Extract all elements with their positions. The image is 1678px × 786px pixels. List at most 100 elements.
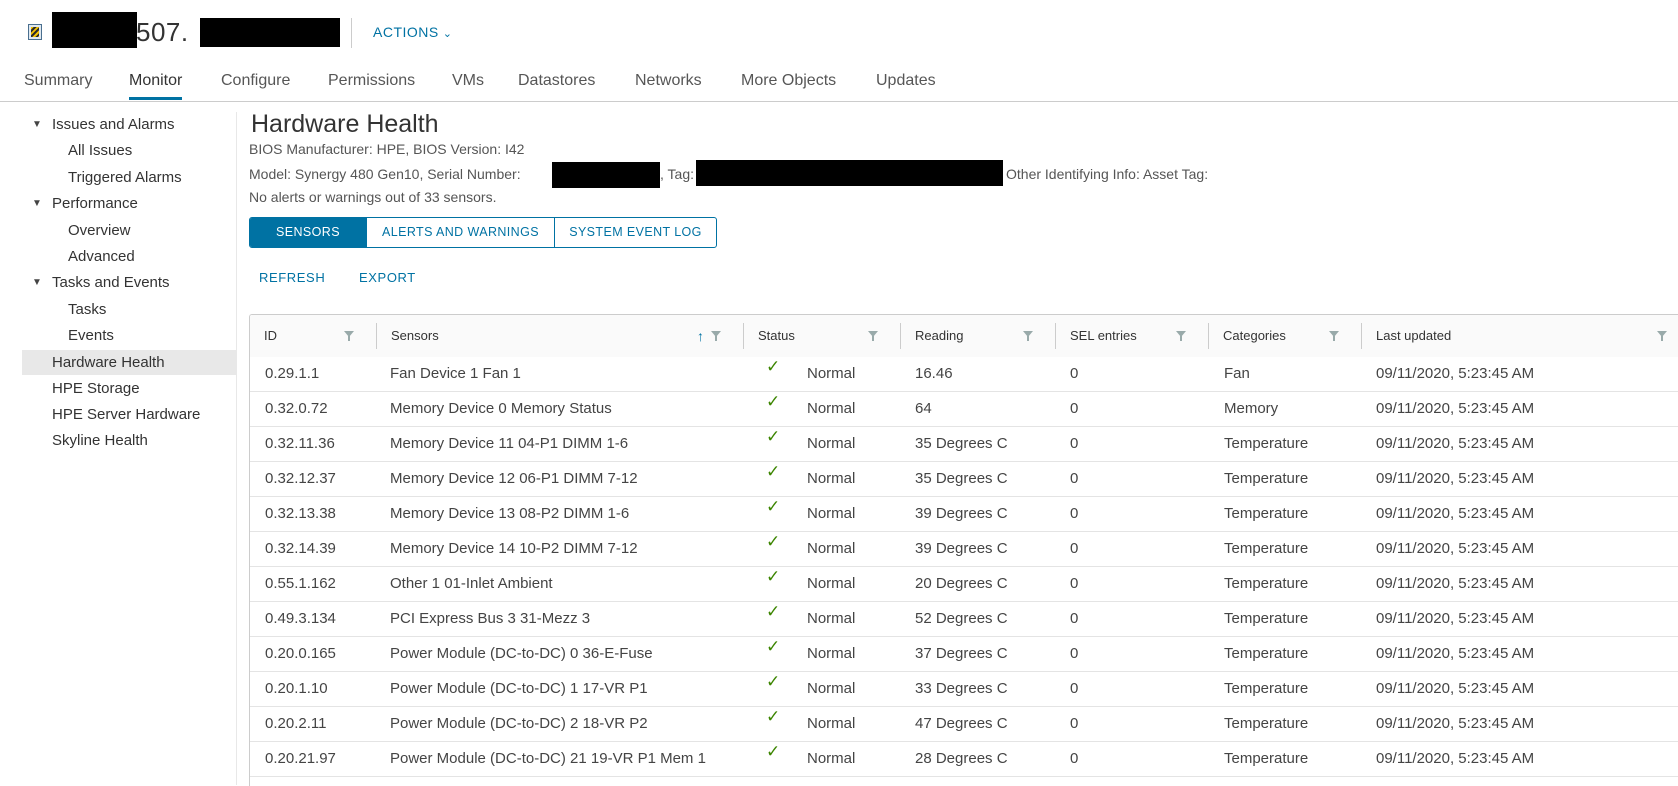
tab-vms[interactable]: VMs bbox=[452, 70, 484, 100]
cell-last-updated: 09/11/2020, 5:23:45 AM bbox=[1376, 610, 1535, 627]
cell-last-updated: 09/11/2020, 5:23:45 AM bbox=[1376, 575, 1535, 592]
table-row[interactable]: 0.32.12.37 Memory Device 12 06-P1 DIMM 7-… bbox=[250, 462, 1678, 497]
tab-more-objects[interactable]: More Objects bbox=[741, 70, 836, 100]
cell-last-updated: 09/11/2020, 5:23:45 AM bbox=[1376, 645, 1535, 662]
cell-categories: Memory bbox=[1224, 400, 1279, 417]
table-row[interactable]: 0.20.1.10 Power Module (DC-to-DC) 1 17-VR… bbox=[250, 672, 1678, 707]
tab-permissions[interactable]: Permissions bbox=[328, 70, 415, 100]
status-ok-icon: ✓ bbox=[766, 742, 781, 761]
sidebar-item-tasks[interactable]: Tasks bbox=[22, 297, 236, 322]
cell-categories: Fan bbox=[1224, 365, 1250, 382]
export-button[interactable]: EXPORT bbox=[359, 270, 416, 285]
tag-label: , Tag: bbox=[660, 166, 694, 182]
cell-last-updated: 09/11/2020, 5:23:45 AM bbox=[1376, 715, 1535, 732]
table-row[interactable]: 0.32.13.38 Memory Device 13 08-P2 DIMM 1-… bbox=[250, 497, 1678, 532]
system-event-log-tab-button[interactable]: SYSTEM EVENT LOG bbox=[555, 218, 716, 247]
sidebar-item-events[interactable]: Events bbox=[22, 323, 236, 348]
table-row[interactable]: 0.32.14.39 Memory Device 14 10-P2 DIMM 7-… bbox=[250, 532, 1678, 567]
alerts-warnings-tab-button[interactable]: ALERTS AND WARNINGS bbox=[367, 218, 555, 247]
cell-id: 0.20.21.97 bbox=[265, 750, 336, 767]
sidebar-item-hardware-health[interactable]: Hardware Health bbox=[22, 350, 236, 375]
sidebar-item-all-issues[interactable]: All Issues bbox=[22, 138, 236, 163]
sidebar-item-advanced[interactable]: Advanced bbox=[22, 244, 236, 269]
caret-down-icon: ▼ bbox=[32, 119, 42, 130]
redacted-tag bbox=[696, 160, 1003, 186]
tab-monitor[interactable]: Monitor bbox=[129, 70, 183, 100]
sidebar-group-performance[interactable]: ▼ Performance bbox=[22, 191, 236, 216]
column-header-sensors[interactable]: Sensors ↑ bbox=[377, 315, 744, 357]
object-header: 507. ACTIONS ⌄ bbox=[0, 0, 1678, 66]
cell-last-updated: 09/11/2020, 5:23:45 AM bbox=[1376, 505, 1535, 522]
sidebar-item-overview[interactable]: Overview bbox=[22, 218, 236, 243]
cell-status: Normal bbox=[807, 365, 856, 382]
sensors-tab-button[interactable]: SENSORS bbox=[250, 218, 367, 247]
model-serial-label: Model: Synergy 480 Gen10, Serial Number: bbox=[249, 166, 521, 182]
cell-id: 0.32.13.38 bbox=[265, 505, 336, 522]
sidebar-group-issues-alarms[interactable]: ▼ Issues and Alarms bbox=[22, 112, 236, 137]
chevron-down-icon: ⌄ bbox=[442, 28, 453, 40]
cell-sel-entries: 0 bbox=[1070, 540, 1079, 557]
cell-sel-entries: 0 bbox=[1070, 750, 1079, 767]
cell-categories: Temperature bbox=[1224, 435, 1309, 452]
filter-icon[interactable] bbox=[711, 331, 721, 341]
filter-icon[interactable] bbox=[868, 331, 878, 341]
table-row[interactable]: 0.20.0.165 Power Module (DC-to-DC) 0 36-E… bbox=[250, 637, 1678, 672]
filter-icon[interactable] bbox=[1329, 331, 1339, 341]
cell-sensors: Memory Device 14 10-P2 DIMM 7-12 bbox=[390, 540, 638, 557]
table-row[interactable]: 0.49.3.134 PCI Express Bus 3 31-Mezz 3 ✓ No… bbox=[250, 602, 1678, 637]
tab-summary[interactable]: Summary bbox=[24, 70, 92, 100]
tab-networks[interactable]: Networks bbox=[635, 70, 702, 100]
sidebar-item-skyline-health[interactable]: Skyline Health bbox=[22, 428, 236, 453]
sidebar-group-label: Tasks and Events bbox=[52, 274, 170, 291]
actions-label: ACTIONS bbox=[373, 24, 439, 40]
filter-icon[interactable] bbox=[1023, 331, 1033, 341]
column-header-sel-entries[interactable]: SEL entries bbox=[1056, 315, 1209, 357]
cell-reading: 28 Degrees C bbox=[915, 750, 1008, 767]
actions-button[interactable]: ACTIONS ⌄ bbox=[373, 24, 452, 40]
tab-configure[interactable]: Configure bbox=[221, 70, 290, 100]
table-row[interactable]: 0.20.2.11 Power Module (DC-to-DC) 2 18-VR… bbox=[250, 707, 1678, 742]
table-row[interactable]: 0.29.1.1 Fan Device 1 Fan 1 ✓ Normal 16.46 0 F… bbox=[250, 357, 1678, 392]
tab-updates[interactable]: Updates bbox=[876, 70, 936, 100]
column-header-id[interactable]: ID bbox=[250, 315, 377, 357]
cell-id: 0.32.0.72 bbox=[265, 400, 328, 417]
status-ok-icon: ✓ bbox=[766, 357, 781, 376]
table-row[interactable]: 0.32.11.36 Memory Device 11 04-P1 DIMM 1-… bbox=[250, 427, 1678, 462]
sensors-grid: ID Sensors ↑ Status Reading SEL entries Catego… bbox=[249, 314, 1678, 786]
filter-icon[interactable] bbox=[1176, 331, 1186, 341]
sidebar-item-hpe-server-hardware[interactable]: HPE Server Hardware bbox=[22, 402, 236, 427]
cell-sel-entries: 0 bbox=[1070, 400, 1079, 417]
filter-icon[interactable] bbox=[344, 331, 354, 341]
cell-sel-entries: 0 bbox=[1070, 610, 1079, 627]
cell-sel-entries: 0 bbox=[1070, 575, 1079, 592]
column-header-last-updated[interactable]: Last updated bbox=[1362, 315, 1678, 357]
sort-ascending-icon[interactable]: ↑ bbox=[697, 315, 704, 357]
column-header-categories[interactable]: Categories bbox=[1209, 315, 1362, 357]
column-header-status[interactable]: Status bbox=[744, 315, 901, 357]
cell-id: 0.29.1.1 bbox=[265, 365, 320, 382]
sidebar-group-tasks-events[interactable]: ▼ Tasks and Events bbox=[22, 270, 236, 295]
column-header-label: Sensors bbox=[391, 328, 439, 343]
bios-info: BIOS Manufacturer: HPE, BIOS Version: I4… bbox=[249, 141, 525, 157]
other-identifying-info: Other Identifying Info: Asset Tag: bbox=[1006, 166, 1209, 182]
status-ok-icon: ✓ bbox=[766, 672, 781, 691]
filter-icon[interactable] bbox=[1657, 331, 1667, 341]
table-row[interactable]: 0.32.0.72 Memory Device 0 Memory Status ✓ N… bbox=[250, 392, 1678, 427]
table-row[interactable]: 0.20.21.97 Power Module (DC-to-DC) 21 19-… bbox=[250, 742, 1678, 777]
cell-last-updated: 09/11/2020, 5:23:45 AM bbox=[1376, 750, 1535, 767]
cell-reading: 20 Degrees C bbox=[915, 575, 1008, 592]
sidebar-item-hpe-storage[interactable]: HPE Storage bbox=[22, 376, 236, 401]
refresh-button[interactable]: REFRESH bbox=[259, 270, 325, 285]
cell-reading: 37 Degrees C bbox=[915, 645, 1008, 662]
cell-categories: Temperature bbox=[1224, 750, 1309, 767]
status-ok-icon: ✓ bbox=[766, 392, 781, 411]
tab-datastores[interactable]: Datastores bbox=[518, 70, 595, 100]
cell-id: 0.32.14.39 bbox=[265, 540, 336, 557]
cell-id: 0.20.1.10 bbox=[265, 680, 328, 697]
table-row[interactable]: 0.55.1.162 Other 1 01-Inlet Ambient ✓ Norma… bbox=[250, 567, 1678, 602]
cell-id: 0.49.3.134 bbox=[265, 610, 336, 627]
sidebar-item-triggered-alarms[interactable]: Triggered Alarms bbox=[22, 165, 236, 190]
column-header-reading[interactable]: Reading bbox=[901, 315, 1056, 357]
grid-header: ID Sensors ↑ Status Reading SEL entries Catego… bbox=[250, 315, 1678, 358]
cell-status: Normal bbox=[807, 645, 856, 662]
